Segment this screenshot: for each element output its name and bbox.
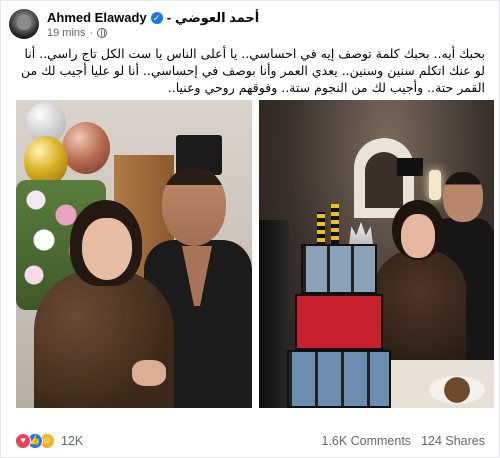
- post-photo-1[interactable]: [16, 100, 252, 408]
- shares-count[interactable]: 124 Shares: [421, 434, 485, 448]
- gold-balloon: [24, 136, 68, 186]
- love-icon: ♥: [15, 433, 31, 449]
- author-name-en[interactable]: Ahmed Elawady: [47, 10, 147, 25]
- blurred-person: [259, 220, 289, 408]
- food-plate: [429, 376, 485, 404]
- reaction-count[interactable]: 12K: [61, 434, 83, 448]
- post-meta: Ahmed Elawady ✓ - أحمد العوضي 19 mins ·: [47, 10, 259, 39]
- woman-figure: [34, 200, 174, 408]
- rose-gold-balloon: [62, 122, 110, 174]
- author-name-row: Ahmed Elawady ✓ - أحمد العوضي: [47, 10, 259, 26]
- birthday-cake: [287, 204, 391, 408]
- post-header: Ahmed Elawady ✓ - أحمد العوضي 19 mins ·: [9, 7, 491, 41]
- facebook-post: Ahmed Elawady ✓ - أحمد العوضي 19 mins · …: [0, 0, 500, 458]
- reactions-summary[interactable]: ♥ 👍 ☺ 12K: [15, 433, 83, 449]
- post-photo-2[interactable]: [259, 100, 494, 408]
- wall-speaker: [397, 158, 423, 176]
- comments-count[interactable]: 1.6K Comments: [321, 434, 411, 448]
- globe-icon[interactable]: [97, 27, 108, 38]
- verified-badge-icon: ✓: [150, 11, 163, 24]
- author-name-ar[interactable]: أحمد العوضي: [175, 10, 259, 26]
- post-footer: ♥ 👍 ☺ 12K 1.6K Comments 124 Shares: [15, 431, 485, 451]
- time-separator: ·: [89, 26, 94, 39]
- post-text: بحبك أيه.. بحبك كلمة توصف إيه في احساسي.…: [21, 46, 485, 95]
- post-timestamp[interactable]: 19 mins: [47, 27, 86, 39]
- post-time-row: 19 mins ·: [47, 27, 259, 39]
- author-avatar[interactable]: [9, 9, 39, 39]
- name-separator: -: [166, 10, 172, 25]
